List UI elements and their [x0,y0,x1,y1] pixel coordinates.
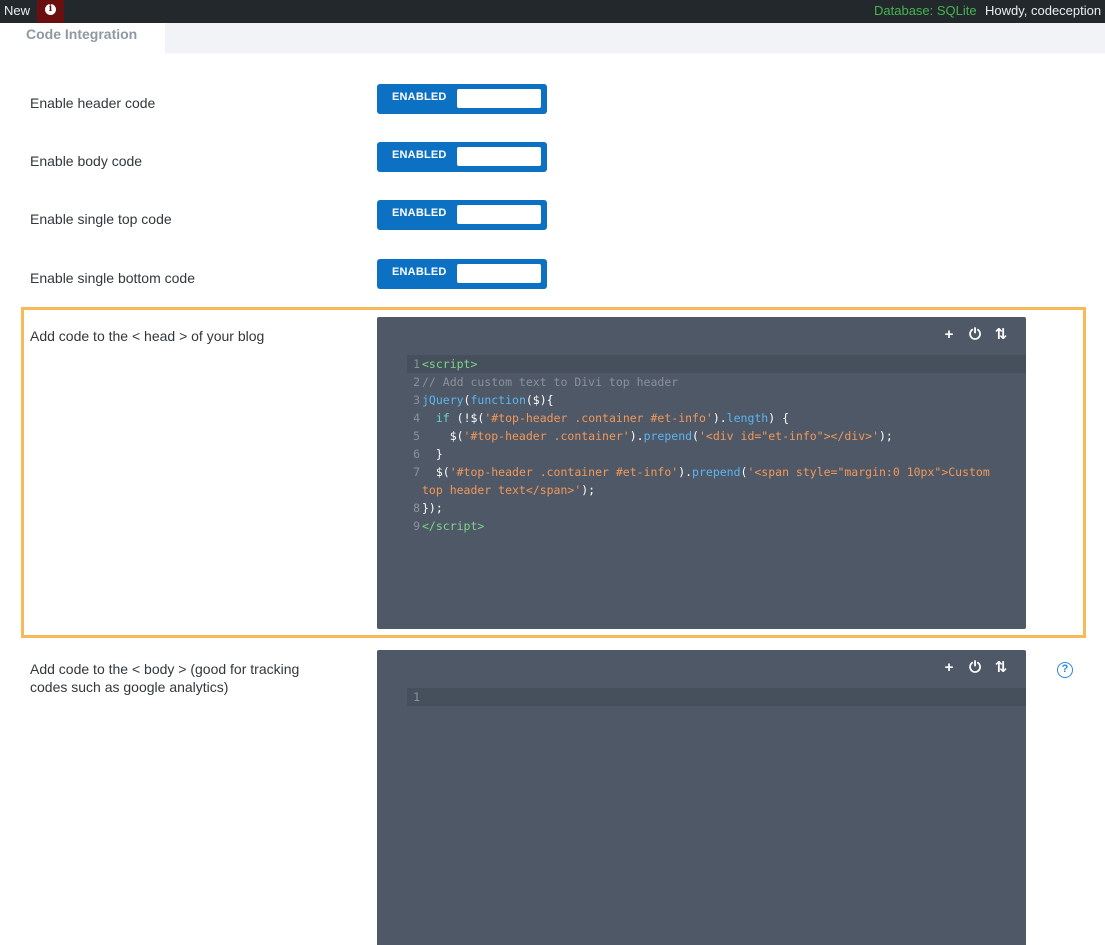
code-line: 7 $('#top-header .container #et-info').p… [407,463,1026,499]
database-indicator[interactable]: Database: SQLite [874,3,977,18]
code-line: 2// Add custom text to Divi top header [407,373,1026,391]
code-line: 1 <script> [407,355,1026,373]
line-number: 4 [413,411,420,425]
info-icon: i [45,4,56,15]
editor-toolbar: + ⏻ ⇅ [932,658,1010,676]
line-number: 1 [413,357,420,371]
toggle-state-text: ENABLED [392,91,447,103]
code-line: 1 [407,688,1026,706]
body-code-label: Add code to the < body > (good for track… [30,660,299,696]
line-number: 7 [413,465,420,479]
toggle-handle [457,264,541,283]
enable-single-bottom-code-label: Enable single bottom code [30,270,195,286]
editor-toolbar: + ⏻ ⇅ [932,325,1010,343]
enable-single-top-code-toggle[interactable]: ENABLED [377,200,547,230]
tab-code-integration[interactable]: Code Integration [0,23,165,53]
head-code-label: Add code to the < head > of your blog [30,328,265,344]
code-line: 4 if (!$('#top-header .container #et-inf… [407,409,1026,427]
add-icon[interactable]: + [940,326,958,343]
user-greeting[interactable]: Howdy, codeception [985,3,1101,18]
help-icon[interactable]: ? [1057,662,1073,678]
enable-body-code-label: Enable body code [30,153,143,169]
line-number: 3 [413,393,420,407]
add-icon[interactable]: + [940,659,958,676]
admin-bar: New i Database: SQLite Howdy, codeceptio… [0,0,1105,23]
line-number: 5 [413,429,420,443]
code-line: 9 </script> [407,517,1026,535]
new-menu[interactable]: New [4,3,30,18]
line-number: 2 [413,375,420,389]
code-line: 5 $('#top-header .container').prepend('<… [407,427,1026,445]
toggle-state-text: ENABLED [392,207,447,219]
toggle-handle [457,205,541,224]
line-number: 1 [413,690,420,704]
line-number: 6 [413,447,420,461]
line-number: 8 [413,501,420,515]
head-code-editor[interactable]: + ⏻ ⇅ 1 <script> 2// Add custom text to Div… [377,317,1026,629]
info-button[interactable]: i [37,0,64,23]
line-number: 9 [413,519,420,533]
enable-header-code-label: Enable header code [30,95,156,111]
toggle-state-text: ENABLED [392,149,447,161]
body-code-editor[interactable]: + ⏻ ⇅ 1 [377,650,1026,945]
enable-single-bottom-code-toggle[interactable]: ENABLED [377,259,547,289]
body-code-label-line2: codes such as google analytics) [30,679,229,695]
toggle-state-text: ENABLED [392,266,447,278]
toggle-handle [457,89,541,108]
enable-single-top-code-label: Enable single top code [30,211,172,227]
code-line: 8}); [407,499,1026,517]
tab-strip: Code Integration [0,23,1105,53]
code-line: 3 jQuery(function($){ [407,391,1026,409]
enable-body-code-toggle[interactable]: ENABLED [377,142,547,172]
power-icon[interactable]: ⏻ [966,659,984,676]
code-area[interactable]: 1 <script> 2// Add custom text to Divi to… [407,355,1026,535]
code-line: 6 } [407,445,1026,463]
toggle-handle [457,147,541,166]
enable-header-code-toggle[interactable]: ENABLED [377,84,547,114]
sort-icon[interactable]: ⇅ [992,658,1010,676]
code-area[interactable]: 1 [407,688,1026,706]
sort-icon[interactable]: ⇅ [992,325,1010,343]
body-code-label-line1: Add code to the < body > (good for track… [30,661,300,677]
power-icon[interactable]: ⏻ [966,326,984,343]
